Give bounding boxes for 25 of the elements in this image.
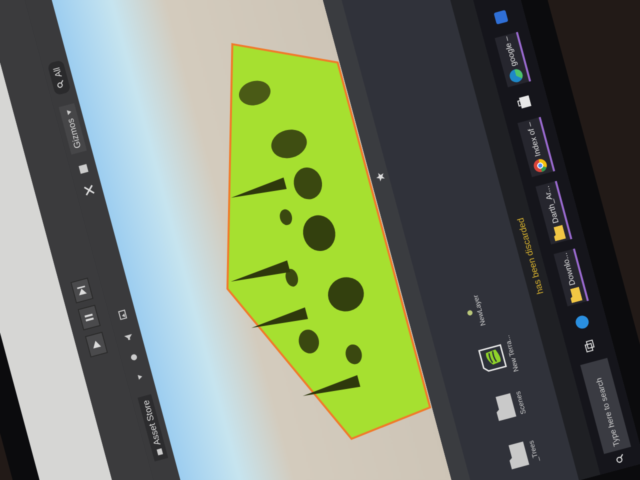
taskbar-button[interactable]: Index of – — [518, 117, 556, 178]
shopping-bag-icon — [514, 94, 532, 111]
browser-icon — [532, 157, 549, 175]
play-button[interactable] — [84, 332, 108, 358]
search-icon — [56, 79, 66, 89]
browser-icon — [508, 67, 525, 85]
crossed-tools-icon[interactable] — [83, 184, 96, 196]
app-icon — [492, 8, 508, 25]
step-icon — [76, 284, 88, 297]
search-icon — [614, 453, 626, 464]
pause-icon — [83, 311, 96, 324]
image-icon[interactable] — [116, 309, 129, 322]
search-field[interactable]: All — [47, 60, 72, 96]
taskbar-button[interactable]: Darth_Ar... — [536, 181, 572, 244]
task-view-icon[interactable] — [583, 338, 596, 354]
search-field[interactable]: Type here to search — [580, 358, 632, 454]
dot-icon[interactable] — [466, 309, 474, 316]
app-icon — [574, 314, 591, 331]
taskbar-button[interactable]: Downlo... — [554, 248, 589, 306]
caret-icon[interactable] — [135, 373, 144, 382]
step-button[interactable] — [70, 278, 94, 304]
caret-icon — [64, 108, 73, 117]
taskbar-button[interactable]: google – — [494, 31, 532, 88]
star-icon[interactable] — [374, 172, 386, 183]
terrain-icon[interactable] — [476, 342, 508, 374]
